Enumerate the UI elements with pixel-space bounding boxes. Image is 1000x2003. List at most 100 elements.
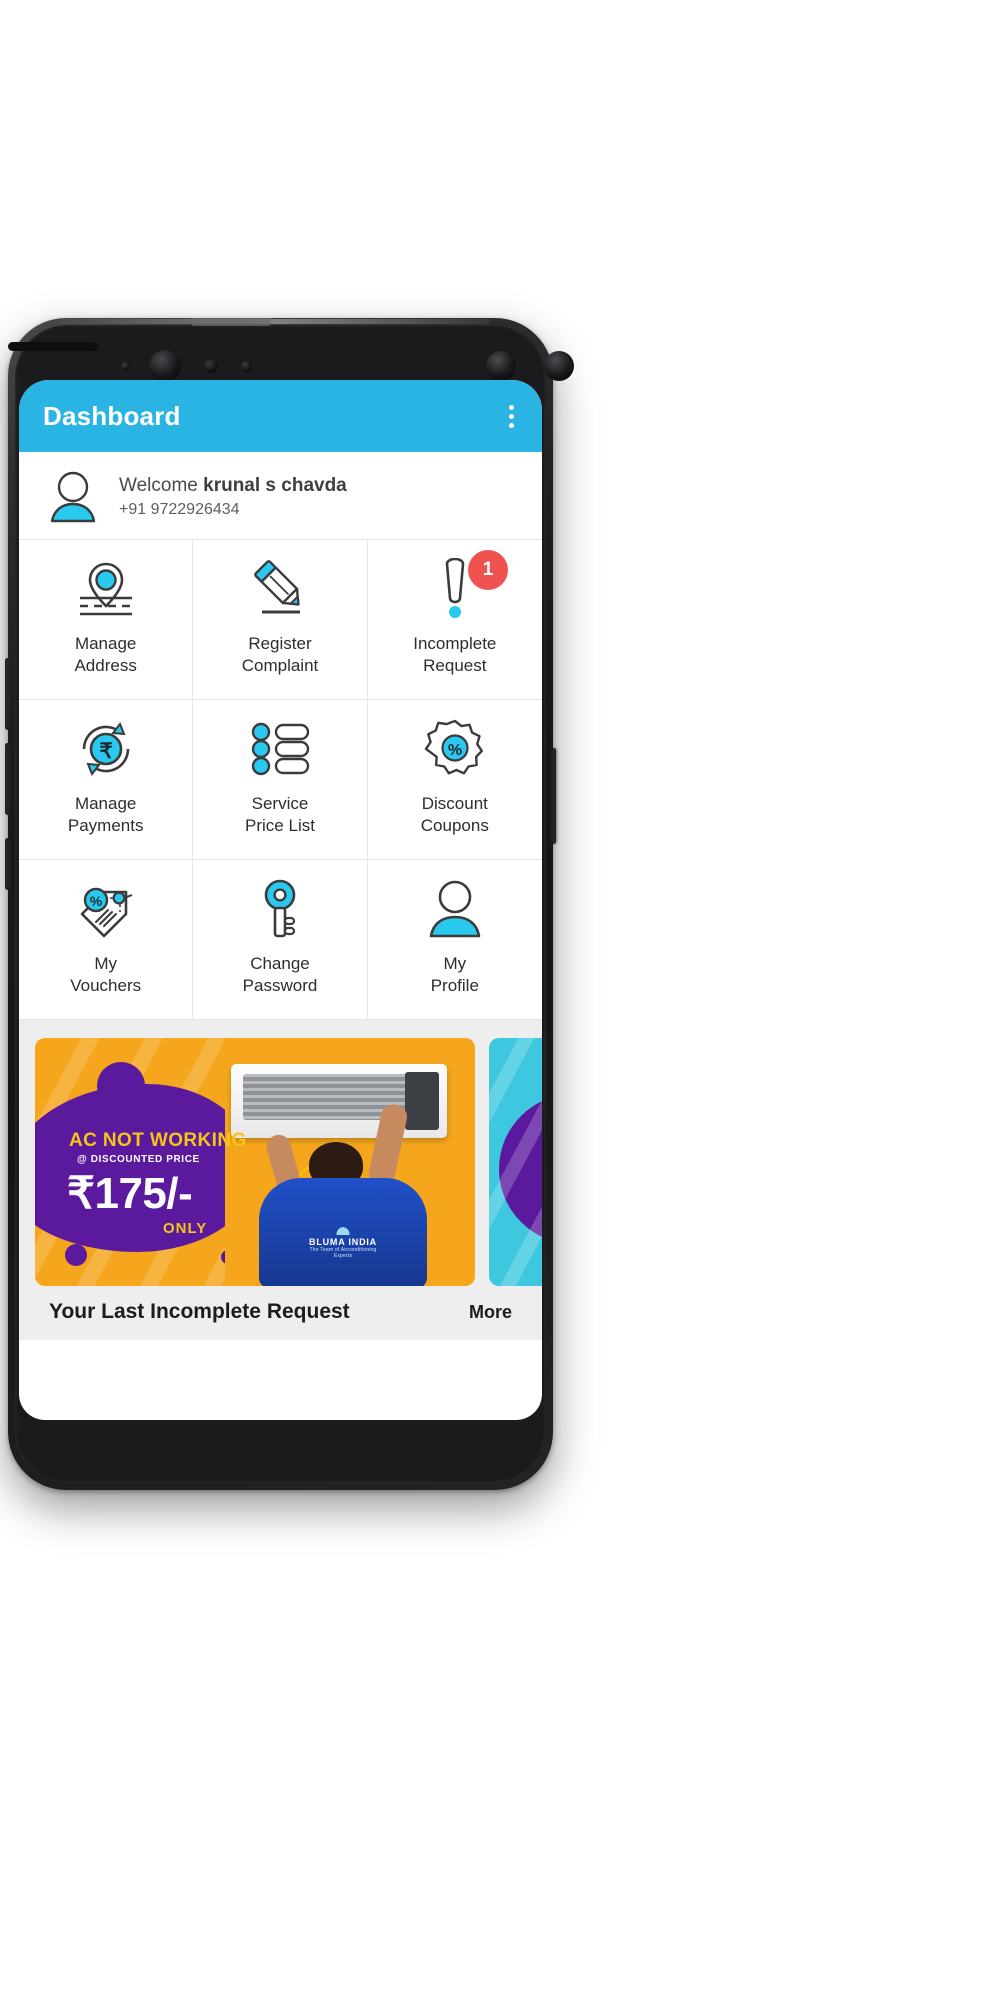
tile-label-line1: My: [94, 954, 117, 973]
tile-label: Manage Address: [74, 633, 136, 678]
key-icon: [248, 876, 312, 942]
bullet-list-icon: [248, 716, 312, 782]
frame-top-highlight: [60, 319, 490, 324]
tile-register-complaint[interactable]: Register Complaint: [193, 540, 368, 700]
volume-up-button[interactable]: [5, 658, 10, 730]
page-title: Dashboard: [43, 400, 181, 431]
tile-label: Change Password: [243, 953, 318, 998]
welcome-text: Welcome krunal s chavda: [119, 474, 347, 498]
promo-banner-section: BLUMA INDIA The Team of Airconditioning …: [19, 1020, 542, 1340]
discount-seal-icon: %: [423, 716, 487, 782]
svg-text:%: %: [89, 893, 102, 909]
frame-antenna-band: [191, 318, 271, 326]
assistant-button[interactable]: [5, 838, 10, 890]
tile-my-vouchers[interactable]: % My Vouchers: [19, 860, 194, 1020]
user-profile-icon: [423, 876, 487, 942]
brand-tagline: The Team of Airconditioning Experts: [309, 1247, 377, 1259]
tile-label-line1: Register: [248, 634, 312, 653]
tile-label: Service Price List: [245, 793, 315, 838]
promo-carousel[interactable]: BLUMA INDIA The Team of Airconditioning …: [19, 1038, 542, 1286]
lotus-logo-icon: [332, 1222, 354, 1235]
kebab-dot-1: [509, 404, 514, 410]
tile-label-line1: Discount: [421, 794, 488, 813]
tile-incomplete-request[interactable]: 1 Incomplete Request: [367, 540, 542, 700]
promo-banner-ac-not-working[interactable]: BLUMA INDIA The Team of Airconditioning …: [35, 1038, 475, 1286]
tile-label-line2: Profile: [430, 976, 479, 996]
air-conditioner-unit-image: [231, 1064, 447, 1138]
phone-device-frame: Dashboard Welcome krunal s chavda +91 97…: [5, 318, 574, 1490]
tile-label-line1: Manage: [74, 794, 137, 813]
power-button[interactable]: [551, 748, 556, 844]
profile-summary[interactable]: Welcome krunal s chavda +91 9722926434: [19, 452, 542, 540]
map-pin-location-icon: [74, 556, 138, 622]
earpiece-speaker-icon: [8, 342, 98, 351]
proximity-sensor-icon: [121, 362, 130, 371]
user-avatar-icon: [50, 471, 96, 522]
light-sensor-icon: [241, 361, 252, 372]
tile-service-price-list[interactable]: Service Price List: [193, 700, 368, 860]
ac-open-panel: [405, 1072, 439, 1130]
banner-headline-plain: AC NOT: [69, 1130, 150, 1151]
user-phone-number: +91 9722926434: [119, 500, 240, 518]
uniform-brand-logo: BLUMA INDIA The Team of Airconditioning …: [301, 1222, 385, 1259]
pencil-edit-icon: [248, 556, 312, 622]
tile-label: Manage Payments: [68, 793, 144, 838]
tile-label-line2: Vouchers: [70, 976, 142, 996]
tile-label-line1: Manage: [74, 634, 137, 653]
svg-text:₹: ₹: [99, 740, 112, 763]
promo-banner-next[interactable]: [489, 1038, 542, 1286]
tile-label-line1: Service: [251, 794, 309, 813]
tile-discount-coupons[interactable]: % Discount Coupons: [367, 700, 542, 860]
tile-label-line1: My: [443, 954, 467, 973]
tile-label-line2: Payments: [67, 816, 144, 836]
dashboard-grid: Manage Address Register Complaint 1 Inco…: [19, 540, 542, 1020]
last-incomplete-request-bar: Your Last Incomplete Request More: [19, 1286, 542, 1324]
tile-label-line2: Coupons: [420, 816, 489, 836]
banner-only-label: ONLY: [163, 1220, 208, 1237]
kebab-dot-2: [509, 413, 514, 419]
tertiary-camera-icon: [544, 351, 574, 381]
kebab-dot-3: [509, 422, 514, 428]
banner-dot-small: [65, 1244, 87, 1266]
tile-label-line1: Change: [250, 954, 310, 973]
tile-label-line2: Request: [423, 656, 487, 676]
tile-label-line2: Address: [74, 656, 137, 676]
technician-uniform: BLUMA INDIA The Team of Airconditioning …: [259, 1178, 427, 1286]
banner-dot-large: [97, 1062, 145, 1110]
welcome-prefix: Welcome: [119, 475, 204, 497]
screenshot-stage: Dashboard Welcome krunal s chavda +91 97…: [0, 0, 1000, 2003]
rupee-refresh-icon: ₹: [74, 716, 138, 782]
tile-manage-payments[interactable]: ₹ Manage Payments: [19, 700, 194, 860]
iris-sensor-icon: [204, 359, 218, 373]
user-name: krunal s chavda: [203, 475, 347, 497]
tile-label: Discount Coupons: [421, 793, 489, 838]
tile-label-line2: Complaint: [241, 656, 319, 676]
app-bar: Dashboard: [19, 380, 542, 452]
volume-down-button[interactable]: [5, 743, 10, 815]
tile-label: Register Complaint: [242, 633, 319, 678]
banner-technician-photo: BLUMA INDIA The Team of Airconditioning …: [225, 1038, 475, 1286]
price-tag-percent-icon: %: [74, 876, 138, 942]
tile-label: My Vouchers: [70, 953, 141, 998]
phone-screen: Dashboard Welcome krunal s chavda +91 97…: [19, 380, 542, 1420]
banner2-stripe-pattern: [489, 1038, 542, 1286]
tile-change-password[interactable]: Change Password: [193, 860, 368, 1020]
front-camera-icon: [149, 350, 181, 382]
tile-label-line2: Price List: [245, 816, 315, 836]
tile-label: Incomplete Request: [413, 633, 496, 678]
secondary-camera-icon: [486, 351, 516, 381]
svg-text:%: %: [448, 742, 462, 759]
banner-subline: @ DISCOUNTED PRICE: [77, 1154, 200, 1165]
tile-my-profile[interactable]: My Profile: [367, 860, 542, 1020]
banner-headline: AC NOT WORKING: [69, 1130, 247, 1152]
tile-label-line2: Password: [242, 976, 318, 996]
more-link[interactable]: More: [469, 1302, 512, 1323]
banner-price: ₹175/-: [67, 1169, 193, 1218]
tile-label-line1: Incomplete: [413, 634, 497, 653]
last-request-title: Your Last Incomplete Request: [49, 1300, 350, 1323]
tile-label: My Profile: [431, 953, 479, 998]
banner-headline-accent: WORKING: [149, 1130, 247, 1151]
incomplete-request-badge: 1: [467, 550, 508, 590]
tile-manage-address[interactable]: Manage Address: [19, 540, 194, 700]
kebab-menu-icon[interactable]: [499, 397, 524, 436]
